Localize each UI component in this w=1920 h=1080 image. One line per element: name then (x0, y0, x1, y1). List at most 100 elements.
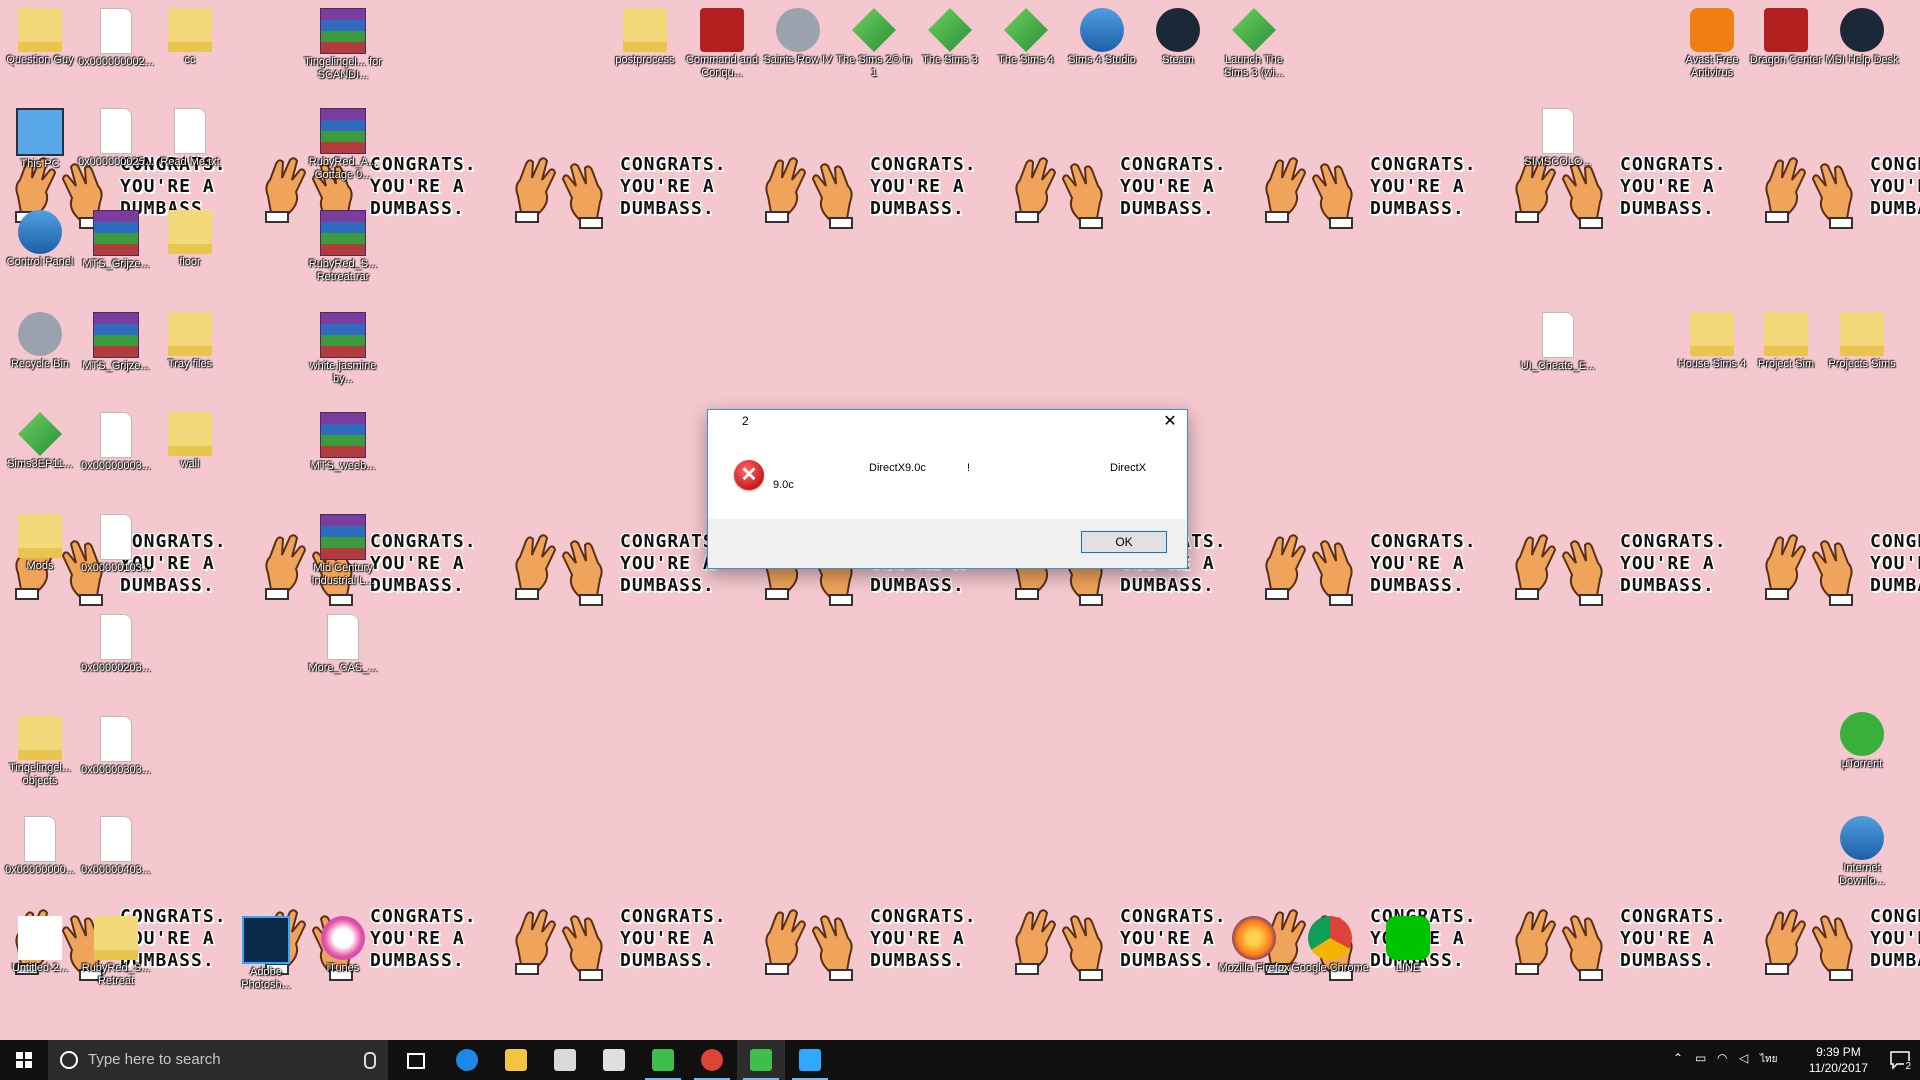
desktop-icon[interactable]: LINE (1368, 916, 1448, 975)
desktop-icon[interactable]: floor (150, 210, 230, 269)
desktop-icon[interactable]: 0x00000203... (76, 614, 156, 675)
desktop-icon[interactable]: Mozilla Firefox (1214, 916, 1294, 975)
action-center-button[interactable]: 2 (1888, 1048, 1912, 1072)
desktop-icon[interactable]: Untitled-2... (0, 916, 80, 975)
desktop-icon[interactable]: Recycle Bin (0, 312, 80, 371)
desktop-icon[interactable]: Read Me.txt (150, 108, 230, 169)
desktop-icon-label: House Sims 4 (1677, 358, 1747, 370)
desktop-icon-label: Untitled-2... (11, 962, 69, 974)
desktop-icon[interactable]: SIMSCOLO... (1518, 108, 1598, 169)
desktop-icon[interactable]: Tingelingel... for SCANDI... (303, 8, 383, 82)
desktop-icon[interactable]: Dragon Center (1746, 8, 1826, 67)
ok-button[interactable]: OK (1081, 531, 1167, 553)
desktop-icon[interactable]: Control Panel (0, 210, 80, 269)
taskbar-app[interactable] (688, 1040, 736, 1080)
close-icon[interactable]: ✕ (1153, 410, 1187, 434)
desktop-icon[interactable]: Steam (1138, 8, 1218, 67)
desktop-icon[interactable]: Projects Sims (1822, 312, 1902, 371)
task-view-button[interactable] (392, 1040, 440, 1080)
desktop-icon[interactable]: postprocess (605, 8, 685, 67)
sims-icon (1232, 8, 1276, 52)
desktop-icon[interactable]: Sims 4 Studio (1062, 8, 1142, 67)
desktop-icon[interactable]: Internet Downlo... (1822, 816, 1902, 888)
folder-icon (18, 716, 62, 760)
desktop-icon[interactable]: This PC (0, 108, 80, 171)
taskbar-app[interactable] (737, 1040, 785, 1080)
taskbar-app[interactable] (492, 1040, 540, 1080)
desktop-icon[interactable]: House Sims 4 (1672, 312, 1752, 371)
desktop-icon[interactable]: wall (150, 412, 230, 471)
desktop-icon[interactable]: The Sims 3 (910, 8, 990, 67)
start-button[interactable] (0, 1040, 48, 1080)
file-icon (327, 614, 359, 660)
desktop-icon[interactable]: Question Guy (0, 8, 80, 67)
search-box[interactable]: Type here to search (48, 1040, 388, 1080)
language-indicator[interactable]: ไทย (1760, 1052, 1777, 1067)
desktop-icon[interactable]: cc (150, 8, 230, 67)
volume-icon[interactable]: ◁ (1739, 1051, 1748, 1065)
desktop-icon-label: 0x00000103... (81, 562, 151, 574)
desktop-icon[interactable]: 0x00000403... (76, 816, 156, 877)
desktop-icon[interactable]: 0x000000025... (76, 108, 156, 169)
desktop-icon[interactable]: UI_Cheats_E... (1518, 312, 1598, 373)
desktop-icon[interactable]: MSI Help Desk (1822, 8, 1902, 67)
desktop-icon[interactable]: 0x00000103... (76, 514, 156, 575)
file-icon (1542, 312, 1574, 358)
taskbar-app[interactable] (786, 1040, 834, 1080)
wifi-icon[interactable]: ◠ (1717, 1051, 1727, 1065)
chevron-up-icon[interactable]: ⌃ (1673, 1051, 1683, 1065)
desktop-icon[interactable]: RubyRed_S... Retreat.rar (303, 210, 383, 284)
waving-hand-icon (1760, 908, 1810, 976)
notification-count: 2 (1904, 1061, 1912, 1072)
chrome-icon (701, 1049, 723, 1071)
desktop-icon[interactable]: 0x00000303... (76, 716, 156, 777)
microphone-icon[interactable] (364, 1052, 376, 1069)
taskbar-app[interactable] (541, 1040, 589, 1080)
wallpaper-text: CONGRATS. YOU'RE A DUMBASS. (1870, 531, 1920, 596)
taskbar-app[interactable] (443, 1040, 491, 1080)
firefox-icon (1232, 916, 1276, 960)
desktop-icon[interactable]: iTunes (303, 916, 383, 975)
wallpaper-tile: CONGRATS. YOU'RE A DUMBASS. (510, 150, 755, 238)
desktop-icon[interactable]: 0x00000003... (76, 412, 156, 473)
desktop-icon[interactable]: 0x000000002... (76, 8, 156, 69)
desktop-icon[interactable]: Adobe Photosh... (226, 916, 306, 992)
waving-hand-icon (1510, 908, 1560, 976)
battery-icon[interactable]: ▭ (1695, 1051, 1706, 1065)
desktop-icon[interactable]: The Sims 4 (986, 8, 1066, 67)
folder-icon (168, 210, 212, 254)
desktop-icon[interactable]: Avast Free Antivirus (1672, 8, 1752, 80)
winrar-icon (93, 312, 139, 358)
desktop-icon[interactable]: MTS_weeb... (303, 412, 383, 473)
file-icon (100, 108, 132, 154)
desktop-icon[interactable]: Mid Century Industrial L... (303, 514, 383, 588)
thumbs-hand-icon (808, 162, 858, 230)
desktop-icon[interactable]: Tray files (150, 312, 230, 371)
taskbar-app[interactable] (590, 1040, 638, 1080)
desktop-icon[interactable]: 0x00000000... (0, 816, 80, 877)
desktop-icon[interactable]: Google Chrome (1290, 916, 1370, 975)
desktop-icon[interactable]: white jasmine by... (303, 312, 383, 386)
desktop-icon[interactable]: Launch The Sims 3 (wi... (1214, 8, 1294, 80)
folder-icon (1840, 312, 1884, 356)
sims-icon (750, 1049, 772, 1071)
desktop-icon[interactable]: More_CAS_... (303, 614, 383, 675)
taskbar-app[interactable] (639, 1040, 687, 1080)
file-icon (100, 8, 132, 54)
desktop-icon[interactable]: Sims3EP11... (0, 412, 80, 471)
desktop-icon[interactable]: Mods (0, 514, 80, 573)
desktop-icon-label: More_CAS_... (308, 662, 378, 674)
desktop-icon[interactable]: The Sims 2® in 1 (834, 8, 914, 80)
waving-hand-icon (510, 156, 560, 224)
desktop-icon[interactable]: RubyRed_A... Cottage 0... (303, 108, 383, 182)
desktop-icon[interactable]: MTS_Grijze... (76, 210, 156, 271)
desktop-icon[interactable]: MTS_Grijze... (76, 312, 156, 373)
desktop-icon[interactable]: Saints Row IV (758, 8, 838, 67)
clock[interactable]: 9:39 PM 11/20/2017 (1809, 1044, 1868, 1076)
desktop-icon[interactable]: Tingelingel... objects (0, 716, 80, 788)
desktop-icon[interactable]: Command and Conqu... (682, 8, 762, 80)
desktop-icon[interactable]: µTorrent (1822, 712, 1902, 771)
desktop-icon[interactable]: RubyRed_S... Retreat (76, 916, 156, 988)
folder-icon (1690, 312, 1734, 356)
desktop-icon[interactable]: Project Sim (1746, 312, 1826, 371)
